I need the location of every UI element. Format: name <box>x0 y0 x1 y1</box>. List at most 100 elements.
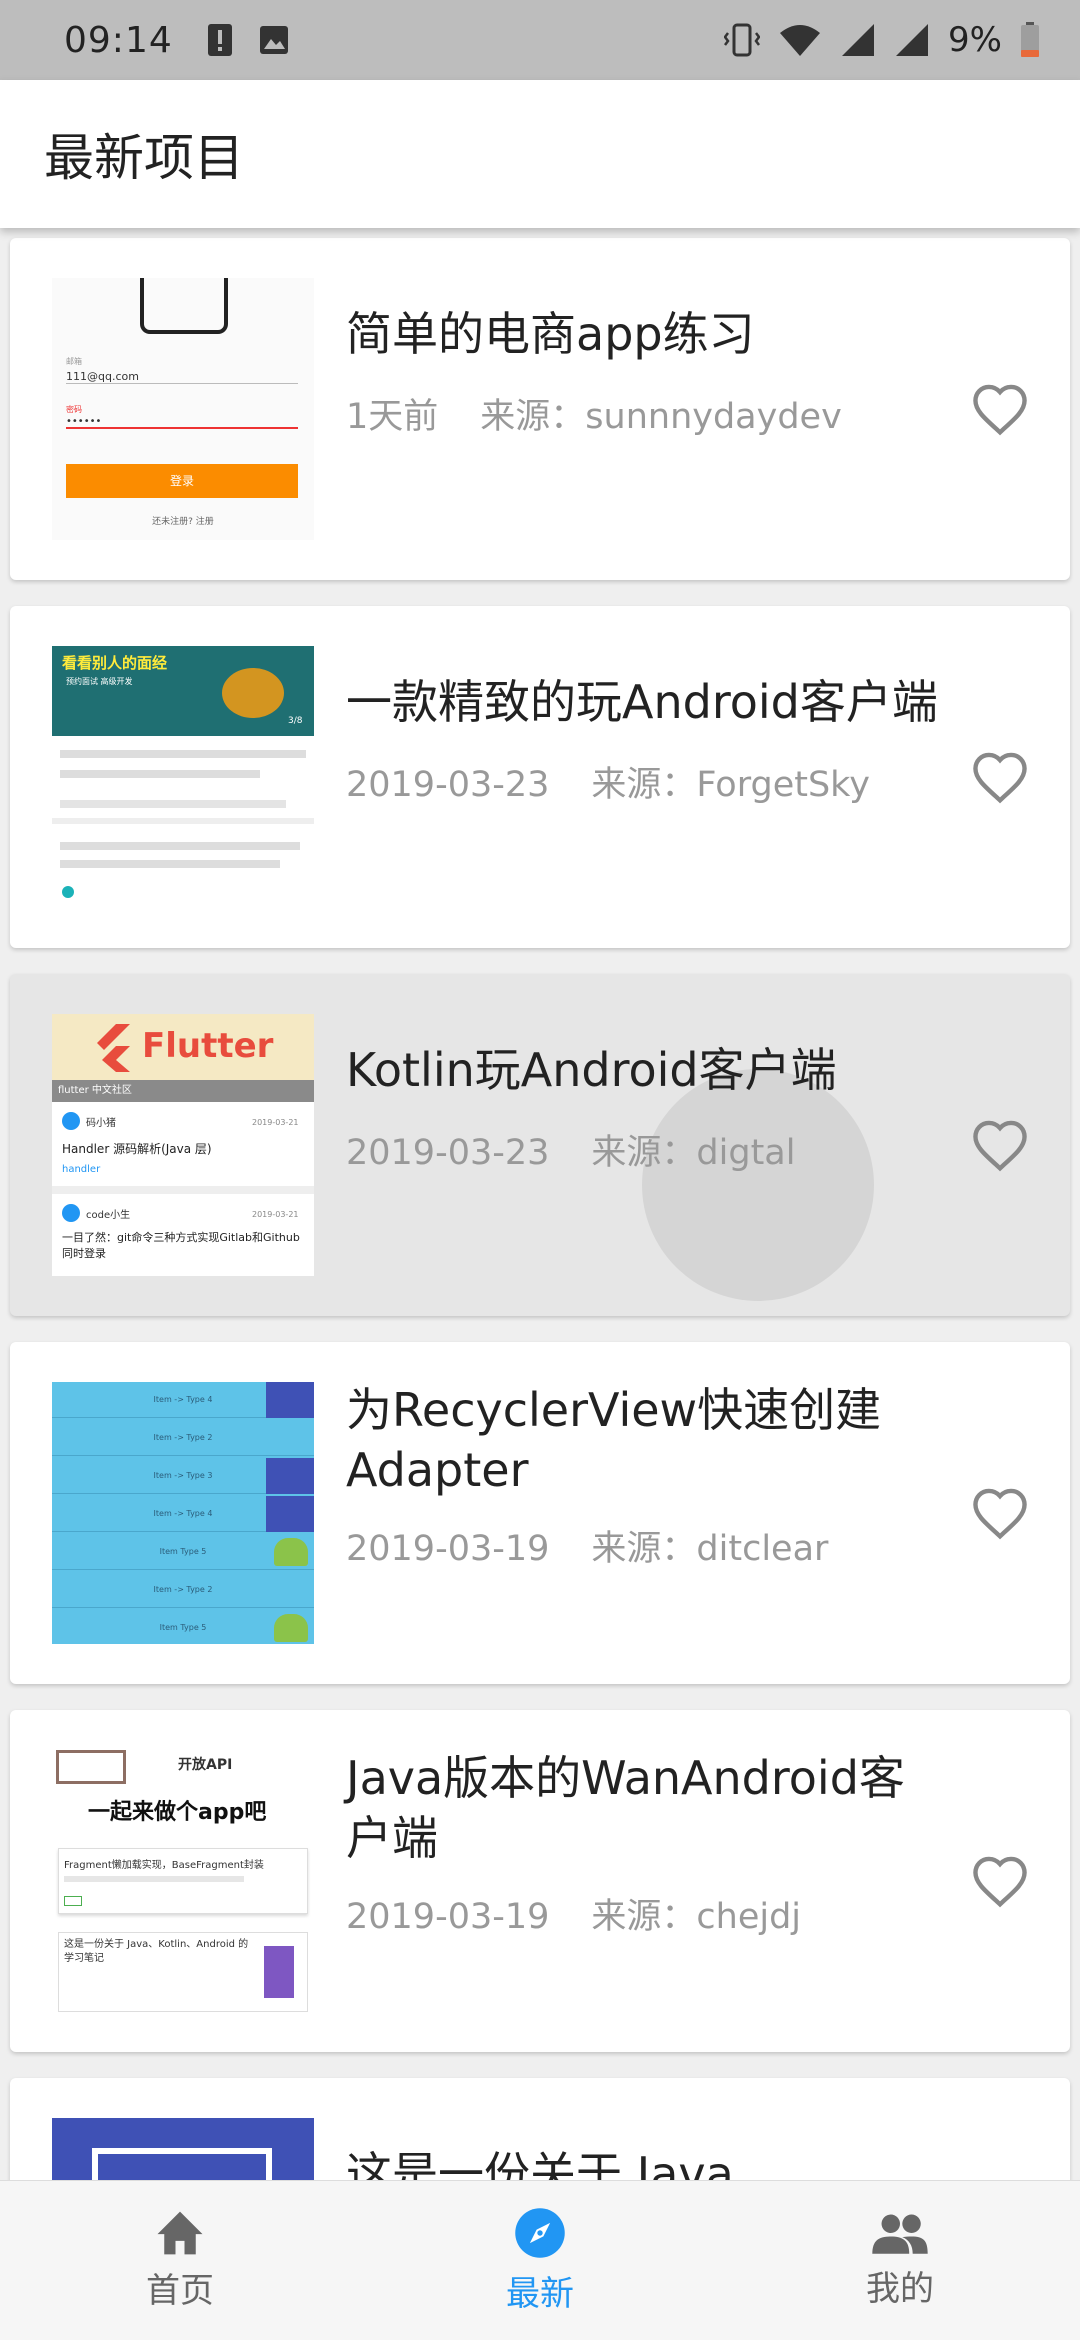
thumb-email-label: 邮箱 <box>66 357 82 366</box>
thumb-password-label: 密码 <box>66 405 82 414</box>
thumb-illustration <box>222 668 284 718</box>
project-title: 一款精致的玩Android客户端 <box>346 675 938 729</box>
thumb-text-line <box>64 1876 244 1882</box>
project-card[interactable]: 看看别人的面经 预约面试 高级开发 3/8 一款精致的玩Android客户端 2… <box>10 606 1070 948</box>
thumb-author: code小生 <box>86 1210 131 1221</box>
project-card[interactable]: Flutter flutter 中文社区 码小猪 2019-03-21 Hand… <box>10 974 1070 1316</box>
bottom-navigation: 首页 最新 我的 <box>0 2180 1080 2340</box>
thumb-date: 2019-03-21 <box>252 1210 299 1219</box>
flutter-logo-icon <box>97 1024 130 1072</box>
thumb-image <box>264 1946 294 1998</box>
page-title: 最新项目 <box>44 129 244 187</box>
project-date: 2019-03-23 <box>346 765 550 805</box>
touch-ripple <box>642 1069 874 1301</box>
status-time: 09:14 <box>64 19 173 61</box>
project-thumbnail: 看看别人的面经 预约面试 高级开发 3/8 <box>52 646 314 908</box>
thumb-text-line <box>60 750 306 758</box>
project-title: 为RecyclerView快速创建Adapter <box>346 1383 882 1497</box>
people-icon <box>872 2214 928 2254</box>
thumb-row-image <box>266 1496 314 1532</box>
alert-icon <box>207 24 232 56</box>
thumb-password: •••••• <box>66 416 298 429</box>
thumb-login: 登录 <box>66 464 298 498</box>
thumb-row: Item -> Type 2 <box>52 1420 314 1456</box>
project-card[interactable]: 开放API 一起来做个app吧 Fragment懒加载实现，BaseFragme… <box>10 1710 1070 2052</box>
project-date: 2019-03-23 <box>346 1133 550 1173</box>
nav-mine[interactable]: 我的 <box>720 2181 1080 2340</box>
signal-icon-2 <box>896 24 929 56</box>
thumb-tag <box>64 1896 82 1906</box>
project-card[interactable]: 这是一份关于 Java <box>10 2078 1070 2180</box>
project-list[interactable]: 邮箱 111@qq.com 密码 •••••• 登录 还未注册? 注册 简单的电… <box>0 228 1080 2180</box>
thumb-banner-sub: 预约面试 高级开发 <box>66 677 133 686</box>
favorite-icon[interactable] <box>970 382 1030 436</box>
nav-latest-label: 最新 <box>506 2274 574 2314</box>
project-source: 来源：digtal <box>591 1133 796 1173</box>
nav-mine-label: 我的 <box>866 2269 934 2309</box>
signal-icon <box>842 24 875 56</box>
project-meta: 2019-03-19 来源：ditclear <box>346 1520 828 1571</box>
project-card[interactable]: Item -> Type 4 Item -> Type 2 Item -> Type… <box>10 1342 1070 1684</box>
thumb-badge: 开放API <box>178 1757 233 1773</box>
thumb-frame <box>92 2148 272 2180</box>
favorite-icon[interactable] <box>970 1854 1030 1908</box>
android-icon <box>274 1614 308 1642</box>
thumb-author: 码小猪 <box>86 1118 116 1129</box>
thumb-community-bar: flutter 中文社区 <box>52 1080 314 1102</box>
thumb-text-line <box>60 860 280 868</box>
wifi-icon <box>780 25 821 56</box>
status-bar: 09:14 9% <box>0 0 1080 80</box>
favorite-icon[interactable] <box>970 1486 1030 1540</box>
thumb-avatar <box>62 1112 80 1130</box>
nav-home[interactable]: 首页 <box>0 2181 360 2340</box>
thumb-divider <box>52 818 314 824</box>
favorite-icon[interactable] <box>970 1118 1030 1172</box>
thumb-row: Item -> Type 2 <box>52 1572 314 1608</box>
nav-home-label: 首页 <box>146 2271 214 2311</box>
project-date: 1天前 <box>346 397 439 437</box>
thumb-heart-icon <box>62 886 74 898</box>
thumb-article-title: 一目了然：git命令三种方式实现Gitlab和Github同时登录 <box>62 1231 300 1260</box>
project-thumbnail: 邮箱 111@qq.com 密码 •••••• 登录 还未注册? 注册 <box>52 278 314 540</box>
app-bar: 最新项目 <box>0 80 1080 228</box>
project-title: Kotlin玩Android客户端 <box>346 1043 837 1097</box>
project-title: 这是一份关于 Java <box>346 2147 734 2180</box>
project-source: 来源：chejdj <box>591 1897 802 1937</box>
thumb-headline: 一起来做个app吧 <box>88 1800 267 1825</box>
thumb-register: 还未注册? 注册 <box>152 517 214 527</box>
thumb-text-line <box>60 842 300 850</box>
thumb-banner: 看看别人的面经 <box>62 654 168 672</box>
project-meta: 2019-03-23 来源：digtal <box>346 1124 795 1175</box>
android-icon <box>274 1538 308 1566</box>
project-source: 来源：ditclear <box>591 1529 829 1569</box>
vibrate-icon <box>724 23 761 57</box>
project-date: 2019-03-19 <box>346 1897 550 1937</box>
project-source: 来源：sunnnydaydev <box>480 397 842 437</box>
project-meta: 2019-03-19 来源：chejdj <box>346 1888 801 1939</box>
project-date: 2019-03-19 <box>346 1529 550 1569</box>
thumb-tag: handler <box>62 1164 101 1175</box>
project-title: 简单的电商app练习 <box>346 307 755 361</box>
project-thumbnail: Flutter flutter 中文社区 码小猪 2019-03-21 Hand… <box>52 1014 314 1276</box>
thumb-board <box>56 1750 126 1784</box>
thumb-page-indicator: 3/8 <box>288 716 303 726</box>
favorite-icon[interactable] <box>970 750 1030 804</box>
login-logo <box>140 278 228 334</box>
compass-icon <box>515 2208 565 2258</box>
project-thumbnail: 开放API 一起来做个app吧 Fragment懒加载实现，BaseFragme… <box>52 1750 314 2012</box>
thumb-date: 2019-03-21 <box>252 1118 299 1127</box>
thumb-email: 111@qq.com <box>66 370 298 384</box>
battery-icon <box>1021 22 1039 57</box>
project-title: Java版本的WanAndroid客户端 <box>346 1751 905 1865</box>
thumb-row-image <box>266 1458 314 1494</box>
thumb-row-text: Fragment懒加载实现，BaseFragment封装 <box>64 1860 264 1871</box>
thumb-avatar <box>62 1204 80 1222</box>
thumb-text-line <box>60 800 286 808</box>
nav-latest[interactable]: 最新 <box>360 2181 720 2340</box>
project-meta: 1天前 来源：sunnnydaydev <box>346 388 842 439</box>
project-thumbnail <box>52 2118 314 2180</box>
thumb-text-line <box>60 770 260 778</box>
battery-percent: 9% <box>948 20 1002 60</box>
thumb-divider <box>52 1186 314 1194</box>
project-card[interactable]: 邮箱 111@qq.com 密码 •••••• 登录 还未注册? 注册 简单的电… <box>10 238 1070 580</box>
